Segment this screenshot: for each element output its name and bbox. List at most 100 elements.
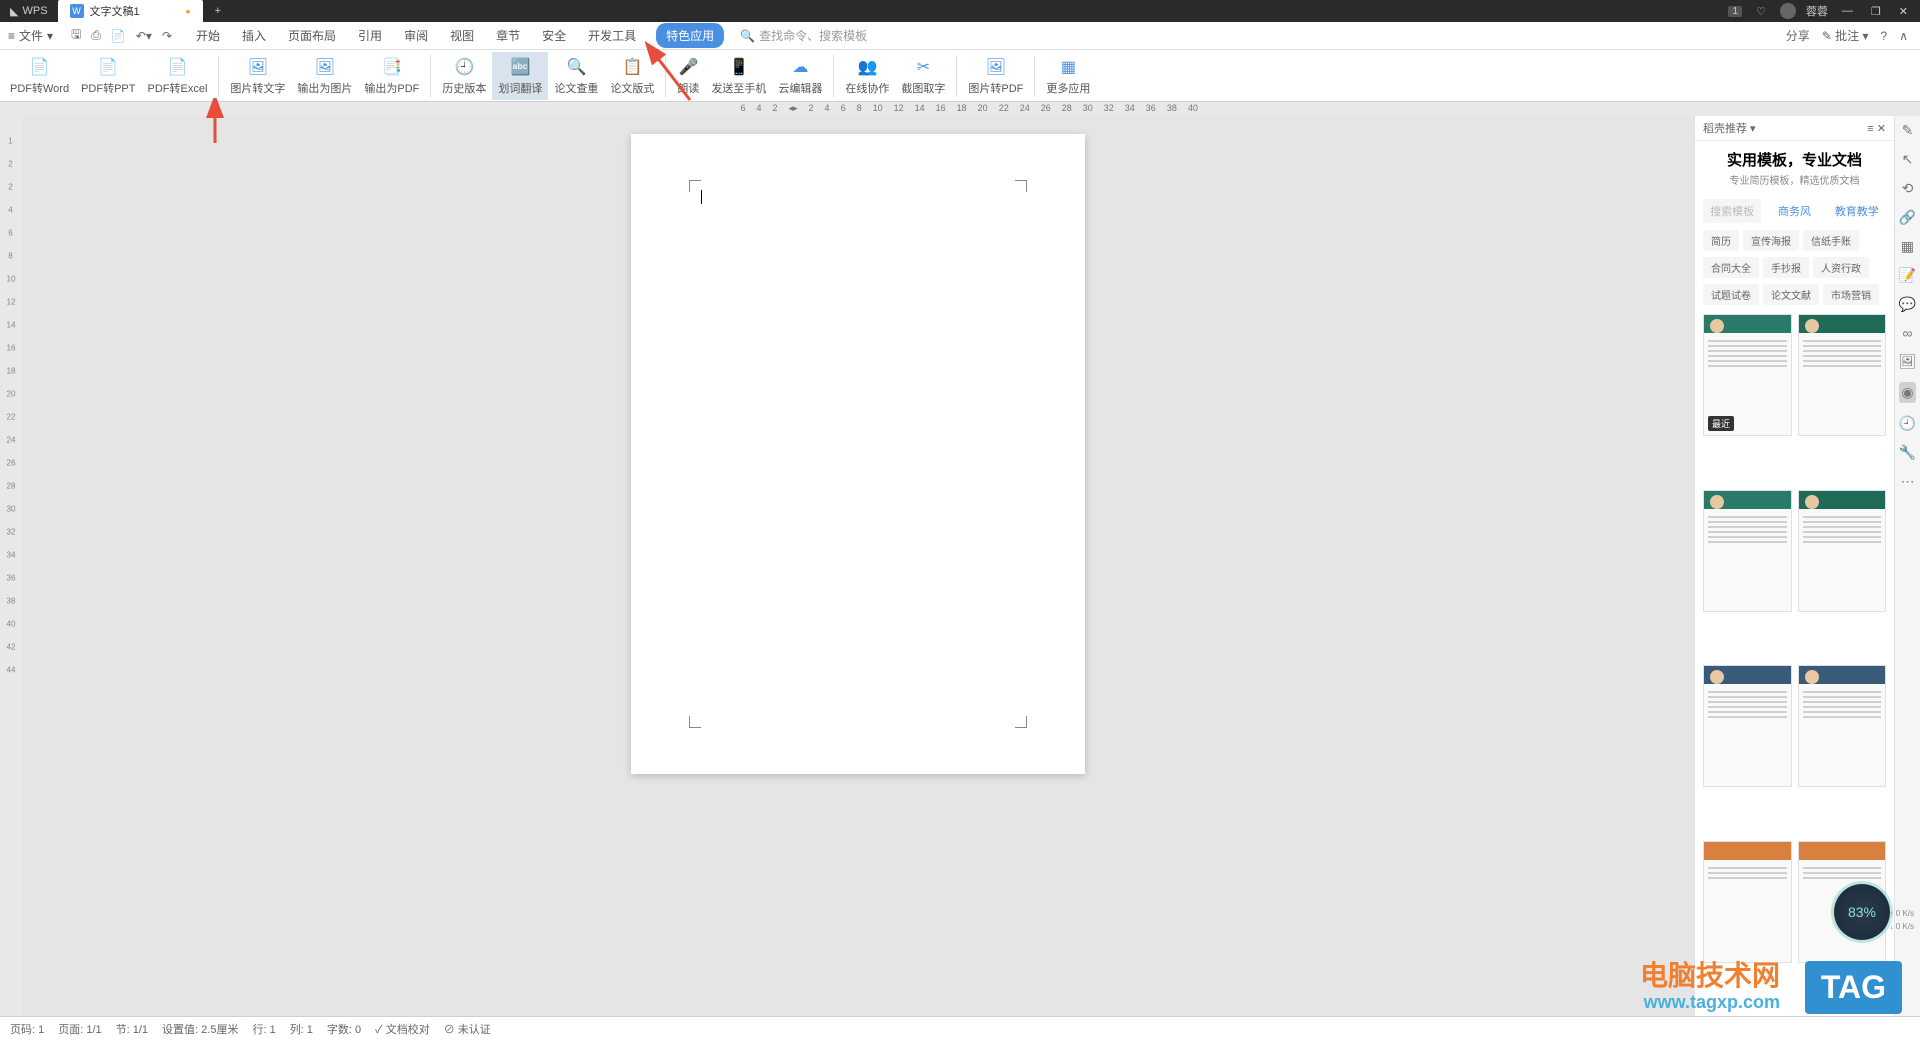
- tag-contract[interactable]: 合同大全: [1703, 257, 1759, 278]
- status-wordcount[interactable]: 字数: 0: [327, 1021, 361, 1037]
- tab-insert[interactable]: 插入: [240, 23, 268, 48]
- notification-badge[interactable]: 1: [1728, 6, 1742, 17]
- export-pdf-button[interactable]: 📑输出为PDF: [358, 52, 425, 100]
- save-icon[interactable]: 🖫: [71, 25, 81, 46]
- add-tab-button[interactable]: +: [203, 5, 233, 17]
- status-column[interactable]: 列: 1: [290, 1021, 313, 1037]
- tag-exam[interactable]: 试题试卷: [1703, 284, 1759, 305]
- preview-icon[interactable]: 📄: [111, 29, 126, 43]
- template-item[interactable]: [1703, 841, 1792, 963]
- template-item[interactable]: [1703, 665, 1792, 787]
- tools-icon[interactable]: 🔧: [1899, 444, 1916, 461]
- status-page-count[interactable]: 页面: 1/1: [58, 1021, 101, 1037]
- status-spellcheck[interactable]: ✓ 文档校对: [375, 1021, 430, 1037]
- tab-start[interactable]: 开始: [194, 23, 222, 48]
- link-icon[interactable]: ∞: [1903, 325, 1913, 341]
- note-icon[interactable]: 📝: [1899, 267, 1916, 284]
- cursor-icon[interactable]: ↖: [1902, 151, 1914, 168]
- edit-icon[interactable]: ✎: [1902, 122, 1914, 139]
- close-button[interactable]: ✕: [1895, 3, 1912, 20]
- export-image-button[interactable]: 🖼输出为图片: [291, 52, 358, 100]
- tag-poster[interactable]: 宣传海报: [1743, 230, 1799, 251]
- template-item[interactable]: 最近: [1703, 314, 1792, 436]
- template-tab-education[interactable]: 教育教学: [1828, 199, 1886, 223]
- tab-reference[interactable]: 引用: [356, 23, 384, 48]
- user-name[interactable]: 蓉蓉: [1806, 3, 1828, 19]
- print-icon[interactable]: ⎙: [91, 28, 101, 43]
- paper-check-button[interactable]: 🔍论文查重: [548, 52, 604, 100]
- image-icon[interactable]: 🖼: [1899, 353, 1917, 370]
- undo-icon[interactable]: ↶▾: [136, 29, 152, 43]
- history-button[interactable]: 🕘历史版本: [436, 52, 492, 100]
- restore-button[interactable]: ❐: [1867, 3, 1885, 20]
- paper-format-button[interactable]: 📋论文版式: [604, 52, 660, 100]
- redo-icon[interactable]: ↷: [162, 29, 172, 43]
- file-menu[interactable]: ≡ 文件 ▾: [0, 27, 61, 44]
- menu-bar: ≡ 文件 ▾ 🖫 ⎙ 📄 ↶▾ ↷ 开始 插入 页面布局 引用 审阅 视图 章节…: [0, 22, 1920, 50]
- minimize-button[interactable]: —: [1838, 3, 1857, 19]
- ribbon-tabs: 开始 插入 页面布局 引用 审阅 视图 章节 安全 开发工具 特色应用: [194, 23, 724, 48]
- right-toolbar: ✎ ↖ ⟲ 🔗 ▦ 📝 💬 ∞ 🖼 ◉ 🕘 🔧 ⋯: [1894, 116, 1920, 1016]
- more-apps-button[interactable]: ▦更多应用: [1040, 52, 1096, 100]
- tag-handcopy[interactable]: 手抄报: [1763, 257, 1809, 278]
- tab-devtools[interactable]: 开发工具: [586, 23, 638, 48]
- tab-special-apps[interactable]: 特色应用: [656, 23, 724, 48]
- pdf-to-ppt-button[interactable]: 📄PDF转PPT: [75, 52, 141, 100]
- pdf-to-word-button[interactable]: 📄PDF转Word: [4, 52, 75, 100]
- send-to-phone-button[interactable]: 📱发送至手机: [705, 52, 772, 100]
- clock-icon[interactable]: ◉: [1899, 382, 1915, 403]
- document-tab[interactable]: W 文字文稿1 •: [58, 0, 203, 22]
- template-item[interactable]: [1703, 490, 1792, 612]
- command-search[interactable]: 🔍 查找命令、搜索模板: [740, 27, 867, 44]
- status-position[interactable]: 设置值: 2.5厘米: [162, 1021, 238, 1037]
- tag-paper[interactable]: 论文文献: [1763, 284, 1819, 305]
- gift-icon[interactable]: ♡: [1752, 3, 1770, 20]
- image-to-text-button[interactable]: 🖼图片转文字: [224, 52, 291, 100]
- panel-close-icon[interactable]: ✕: [1877, 123, 1886, 135]
- chat-icon[interactable]: 💬: [1899, 296, 1916, 313]
- share-button[interactable]: 分享: [1786, 27, 1810, 44]
- translate-button[interactable]: 🔤划词翻译: [492, 52, 548, 100]
- tab-view[interactable]: 视图: [448, 23, 476, 48]
- pdf-to-excel-button[interactable]: 📄PDF转Excel: [142, 52, 214, 100]
- collapse-ribbon-icon[interactable]: ∧: [1899, 29, 1908, 43]
- image-to-pdf-button[interactable]: 🖼图片转PDF: [962, 52, 1029, 100]
- app-logo[interactable]: ◣WPS: [0, 5, 58, 18]
- read-aloud-button[interactable]: 🎤朗读: [671, 52, 705, 100]
- template-search-input[interactable]: 搜索模板: [1703, 199, 1761, 223]
- panel-header-title[interactable]: 稻壳推荐 ▾: [1703, 120, 1756, 136]
- template-item[interactable]: [1798, 665, 1887, 787]
- ribbon-toolbar: 📄PDF转Word 📄PDF转PPT 📄PDF转Excel 🖼图片转文字 🖼输出…: [0, 50, 1920, 102]
- panel-settings-icon[interactable]: ≡: [1867, 123, 1873, 135]
- status-line[interactable]: 行: 1: [252, 1021, 275, 1037]
- template-item[interactable]: [1798, 490, 1887, 612]
- tab-review[interactable]: 审阅: [402, 23, 430, 48]
- user-avatar-icon[interactable]: [1780, 3, 1796, 19]
- attach-icon[interactable]: 🔗: [1899, 209, 1916, 226]
- history-icon[interactable]: 🕘: [1899, 415, 1916, 432]
- panel-subtitle: 专业简历模板，精选优质文档: [1695, 172, 1894, 195]
- tag-resume[interactable]: 简历: [1703, 230, 1739, 251]
- template-item[interactable]: [1798, 314, 1887, 436]
- grid-icon[interactable]: ▦: [1901, 238, 1914, 255]
- screenshot-ocr-button[interactable]: ✂截图取字: [895, 52, 951, 100]
- cloud-editor-button[interactable]: ☁云编辑器: [772, 52, 828, 100]
- status-section[interactable]: 节: 1/1: [116, 1021, 148, 1037]
- status-page-no[interactable]: 页码: 1: [10, 1021, 44, 1037]
- tab-security[interactable]: 安全: [540, 23, 568, 48]
- document-page[interactable]: [631, 134, 1085, 774]
- speed-monitor-badge[interactable]: 83%: [1834, 884, 1890, 940]
- online-collab-button[interactable]: 👥在线协作: [839, 52, 895, 100]
- comment-button[interactable]: ✎ 批注 ▾: [1822, 27, 1869, 44]
- template-tab-business[interactable]: 商务风: [1765, 199, 1823, 223]
- refresh-icon[interactable]: ⟲: [1902, 180, 1914, 197]
- tab-section[interactable]: 章节: [494, 23, 522, 48]
- tag-marketing[interactable]: 市场营销: [1823, 284, 1879, 305]
- tag-hr[interactable]: 人资行政: [1813, 257, 1869, 278]
- document-canvas[interactable]: [22, 116, 1694, 1016]
- help-icon[interactable]: ?: [1881, 29, 1888, 43]
- more-icon[interactable]: ⋯: [1901, 473, 1915, 490]
- status-cert[interactable]: ⊘ 未认证: [444, 1021, 491, 1037]
- tab-layout[interactable]: 页面布局: [286, 23, 338, 48]
- tag-letter[interactable]: 信纸手账: [1803, 230, 1859, 251]
